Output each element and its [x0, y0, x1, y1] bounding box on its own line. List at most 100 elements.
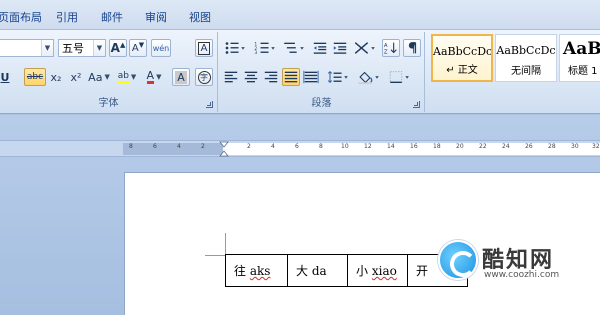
cell-pinyin: xiao — [371, 264, 397, 278]
ruler-tick: 20 — [456, 143, 464, 150]
change-case-button[interactable]: Aa ▼ — [87, 68, 111, 86]
strikethrough-icon: abc — [26, 72, 44, 82]
superscript-button[interactable]: x² — [67, 68, 85, 86]
numbering-icon[interactable]: 1 2 3 — [252, 39, 278, 57]
ruler-tick: 18 — [433, 143, 441, 150]
font-dialog-launcher-icon[interactable] — [206, 101, 213, 108]
ruler-tick: 12 — [364, 143, 372, 150]
cell-chinese: 开 — [416, 264, 429, 278]
ruler-tick: 30 — [571, 143, 579, 150]
style-sample: AaBbCcDc — [496, 44, 556, 57]
grow-font-icon: A — [110, 41, 120, 55]
font-color-button[interactable]: A ▼ — [142, 68, 166, 86]
table-cell[interactable]: 大 da — [287, 254, 348, 287]
style-name: 标题 1 — [568, 66, 598, 77]
style-name: ↵ 正文 — [446, 65, 478, 76]
cell-pinyin: aks — [249, 264, 271, 278]
chevron-down-icon[interactable]: ▼ — [93, 40, 105, 56]
align-center-icon[interactable] — [242, 68, 260, 86]
document-table[interactable]: 往 aks 大 da 小 xiao 开 — [225, 254, 468, 287]
increase-indent-icon[interactable] — [331, 39, 349, 57]
table-cell[interactable]: 小 xiao — [347, 254, 408, 287]
margin-marker — [205, 255, 225, 256]
svg-text:3: 3 — [254, 50, 257, 56]
ruler-margin-area — [123, 143, 223, 155]
font-name-combo[interactable]: ▼ — [0, 39, 54, 57]
char-border-icon: A — [197, 41, 211, 55]
svg-text:Z: Z — [384, 49, 388, 55]
shading-icon[interactable] — [355, 68, 383, 86]
style-heading-1[interactable]: AaB 标题 1 — [559, 34, 600, 82]
align-left-icon[interactable] — [222, 68, 240, 86]
style-no-spacing[interactable]: AaBbCcDc 无间隔 — [495, 34, 557, 82]
char-shading-button[interactable]: A — [172, 68, 190, 86]
ruler-tick: 2 — [247, 143, 251, 150]
tab-mailings[interactable]: 邮件 — [101, 9, 123, 25]
decrease-indent-icon[interactable] — [311, 39, 329, 57]
cell-chinese: 小 — [356, 264, 369, 278]
show-paragraph-marks-icon[interactable] — [403, 39, 421, 57]
styles-gallery: AaBbCcDc ↵ 正文 AaBbCcDc 无间隔 AaB 标题 1 — [427, 32, 600, 112]
chevron-down-icon[interactable]: ▼ — [41, 40, 53, 56]
watermark-url: www.coozhi.com — [484, 270, 560, 280]
ribbon-tab-bar: 页面布局 引用 邮件 审阅 视图 — [0, 0, 600, 30]
font-color-icon: A — [146, 69, 155, 84]
style-sample: AaB — [563, 39, 600, 59]
table-cell[interactable]: 往 aks — [225, 254, 288, 287]
ruler-tick: 2 — [201, 143, 205, 150]
ruler-tick: 16 — [410, 143, 418, 150]
font-size-combo[interactable]: 五号 ▼ — [58, 39, 106, 57]
strikethrough-button[interactable]: abc — [24, 68, 46, 86]
ruler-tick: 22 — [479, 143, 487, 150]
ruler-tick: 6 — [153, 143, 157, 150]
indent-marker-icon[interactable] — [219, 141, 229, 157]
underline-icon: U — [0, 70, 10, 84]
ruler-tick: 8 — [319, 143, 323, 150]
text-highlight-button[interactable]: ab ▼ — [114, 68, 140, 86]
paragraph-dialog-launcher-icon[interactable] — [413, 101, 420, 108]
chinese-layout-icon[interactable] — [352, 39, 378, 57]
enclose-char-button[interactable]: 字 — [195, 68, 213, 86]
horizontal-ruler[interactable]: 8 6 4 2 2 4 6 8 10 12 14 16 18 20 22 24 … — [0, 140, 600, 157]
font-group: ▼ 五号 ▼ A ▲ A ▼ wén A U abc x₂ x² Aa ▼ ab… — [0, 32, 218, 112]
tab-page-layout[interactable]: 页面布局 — [0, 9, 42, 25]
font-group-label: 字体 — [98, 98, 119, 109]
ruler-tick: 6 — [295, 143, 299, 150]
char-border-button[interactable]: A — [195, 39, 213, 57]
underline-button[interactable]: U — [0, 68, 12, 86]
clear-format-button[interactable]: wén — [151, 39, 171, 57]
ruler-tick: 24 — [502, 143, 510, 150]
ruler-tick: 32 — [592, 143, 600, 150]
margin-marker — [225, 233, 226, 255]
char-shading-icon: A — [175, 70, 187, 84]
borders-icon[interactable] — [387, 68, 413, 86]
align-right-icon[interactable] — [262, 68, 280, 86]
justify-icon[interactable] — [282, 68, 300, 86]
tab-review[interactable]: 审阅 — [145, 9, 167, 25]
grow-font-button[interactable]: A ▲ — [109, 39, 127, 57]
shrink-font-icon: A — [131, 42, 139, 54]
bullets-icon[interactable] — [222, 39, 248, 57]
ruler-tick: 26 — [525, 143, 533, 150]
style-normal[interactable]: AaBbCcDc ↵ 正文 — [431, 34, 493, 82]
cell-pinyin: da — [311, 264, 327, 278]
ruler-tick: 8 — [129, 143, 133, 150]
sort-icon[interactable]: AZ — [382, 39, 400, 57]
ruler-tick: 10 — [341, 143, 349, 150]
ruler-tick: 4 — [177, 143, 181, 150]
subscript-button[interactable]: x₂ — [47, 68, 65, 86]
line-spacing-icon[interactable] — [325, 68, 351, 86]
multilevel-list-icon[interactable] — [281, 39, 307, 57]
highlighter-icon: ab — [117, 71, 129, 84]
coozhi-logo-icon — [438, 240, 478, 280]
ruler-tick: 4 — [271, 143, 275, 150]
tab-view[interactable]: 视图 — [189, 9, 211, 25]
tab-references[interactable]: 引用 — [56, 9, 78, 25]
style-sample: AaBbCcDc — [433, 45, 491, 58]
paragraph-group-label: 段落 — [311, 98, 332, 109]
cell-chinese: 大 — [296, 264, 309, 278]
font-size-value: 五号 — [62, 42, 84, 55]
shrink-font-button[interactable]: A ▼ — [129, 39, 147, 57]
ruler-tick: 28 — [548, 143, 556, 150]
distributed-align-icon[interactable] — [302, 68, 320, 86]
